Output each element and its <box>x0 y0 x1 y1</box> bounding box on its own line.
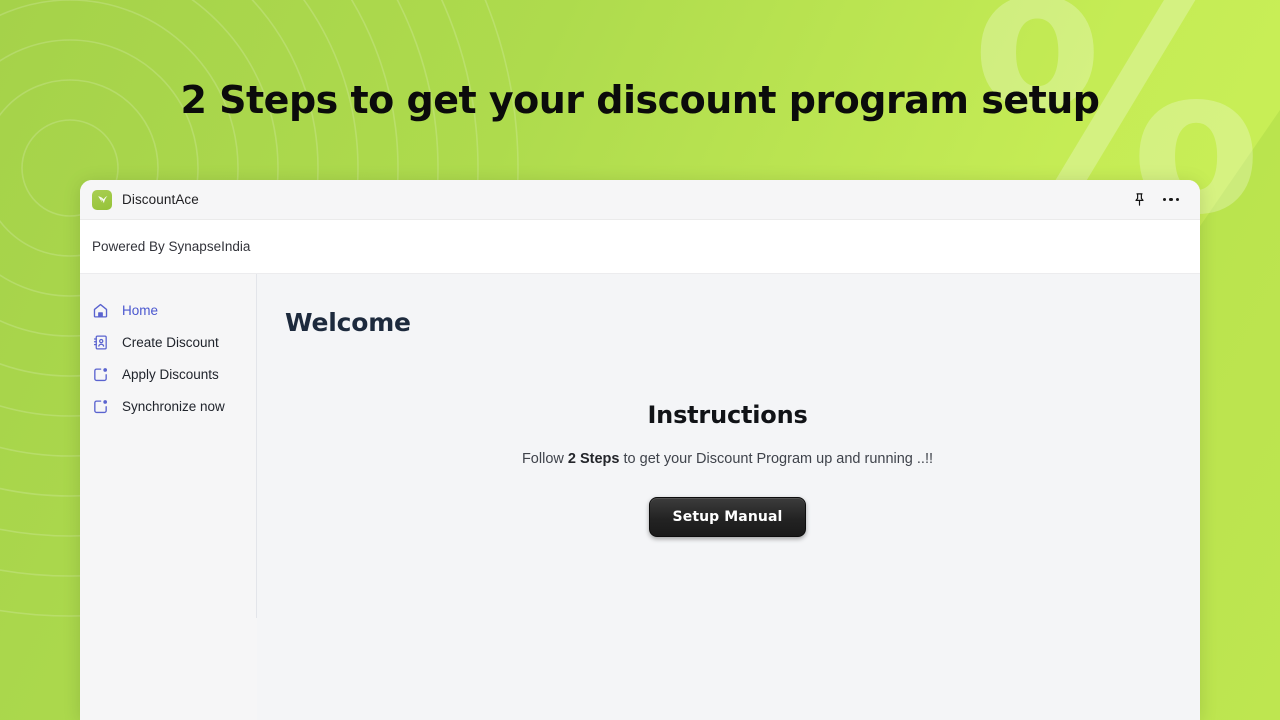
page-root: % 2 Steps to get your discount program s… <box>0 0 1280 720</box>
setup-manual-button[interactable]: Setup Manual <box>648 497 807 537</box>
powered-by-label: Powered By SynapseIndia <box>92 239 251 254</box>
app-title: DiscountAce <box>122 192 199 207</box>
instructions-heading: Instructions <box>647 401 808 429</box>
main-content: Welcome Instructions Follow 2 Steps to g… <box>257 274 1200 720</box>
app-titlebar: DiscountAce <box>80 180 1200 220</box>
sidebar-item-label: Home <box>122 302 159 318</box>
more-dots <box>1162 197 1180 202</box>
discountace-logo-icon <box>92 189 112 210</box>
sidebar: Home Create Discount Apply Discounts Syn… <box>80 274 257 720</box>
app-body: Home Create Discount Apply Discounts Syn… <box>80 274 1200 720</box>
home-icon <box>92 302 109 319</box>
app-window: DiscountAce Powered By SynapseIndia Home… <box>80 180 1200 720</box>
square-dot-icon <box>92 366 109 383</box>
instructions-suffix: to get your Discount Program up and runn… <box>619 451 934 467</box>
instructions-prefix: Follow <box>521 451 568 467</box>
pin-icon[interactable] <box>1126 187 1152 213</box>
page-title: Welcome <box>285 308 411 337</box>
page-headline: 2 Steps to get your discount program set… <box>180 78 1100 122</box>
powered-by-bar: Powered By SynapseIndia <box>80 220 1200 274</box>
instructions-bold: 2 Steps <box>567 451 620 467</box>
sidebar-item-label: Synchronize now <box>122 398 225 414</box>
sidebar-item-synchronize-now[interactable]: Synchronize now <box>80 390 257 422</box>
instructions-block: Instructions Follow 2 Steps to get your … <box>285 401 1170 537</box>
sidebar-item-create-discount[interactable]: Create Discount <box>80 326 257 358</box>
sidebar-item-label: Apply Discounts <box>122 366 219 382</box>
contact-card-icon <box>92 334 109 351</box>
sidebar-item-apply-discounts[interactable]: Apply Discounts <box>80 358 257 390</box>
sidebar-item-label: Create Discount <box>122 334 219 350</box>
sidebar-item-home[interactable]: Home <box>80 294 257 326</box>
instructions-text: Follow 2 Steps to get your Discount Prog… <box>285 451 1170 467</box>
more-options-icon[interactable] <box>1158 187 1184 213</box>
square-dot-icon <box>92 398 109 415</box>
